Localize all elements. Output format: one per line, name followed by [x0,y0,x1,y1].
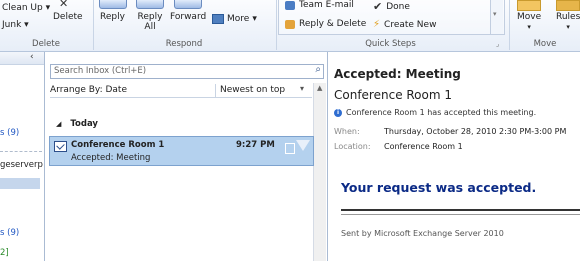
scroll-up-icon[interactable]: ▲ [317,84,322,92]
category-icon[interactable] [285,143,295,154]
message-from[interactable]: Conference Room 1 [334,88,452,102]
clean-up-button[interactable]: Clean Up ▾ [2,3,50,13]
quick-steps-group-label: Quick Steps [365,39,416,49]
location-label: Location: [334,142,371,151]
divider [341,214,580,215]
more-button[interactable]: More ▾ [212,14,257,24]
meeting-accepted-icon [54,141,67,152]
message-subject-heading: Accepted: Meeting [334,67,461,81]
search-icon[interactable]: ⌕ [315,64,321,75]
message-time: 9:27 PM [236,140,275,150]
group-header-today[interactable]: ◢ Today [56,119,98,129]
lightning-icon: ⚡ [373,19,381,30]
sort-order-button[interactable]: Newest on top [220,85,285,95]
collapse-chevron-icon[interactable]: ‹ [30,52,34,62]
forward-label: Forward [170,12,207,22]
divider [341,209,580,211]
chevron-down-icon: ▾ [527,23,531,31]
footer-text: Sent by Microsoft Exchange Server 2010 [341,229,504,238]
reply-delete-icon [285,19,295,29]
list-scrollbar[interactable]: ▲ [313,83,326,261]
ribbon: Clean Up ▾ Junk ▾ ✕ Delete Delete Reply … [0,0,580,52]
quick-step-label: Team E-mail [299,0,354,10]
table-row[interactable]: Conference Room 1 9:27 PM Accepted: Meet… [49,136,314,166]
team-email-icon [285,0,295,10]
nav-divider [0,151,42,152]
chevron-down-icon: ▾ [252,14,257,24]
nav-selected-folder[interactable] [0,178,40,189]
move-button[interactable]: Move ▾ [517,0,542,32]
collapse-triangle-icon: ◢ [56,120,62,128]
reply-all-icon [136,0,164,9]
quick-step-label: Reply & Delete [299,19,367,29]
reply-label: Reply [100,12,125,22]
checkmark-icon: ✔ [373,0,383,13]
clean-up-label: Clean Up [2,3,43,13]
column-divider [215,84,216,97]
info-icon: i [334,108,342,117]
rules-button[interactable]: Rules ▾ [556,0,580,32]
message-list-pane: Search Inbox (Ctrl+E) ⌕ Arrange By: Date… [46,52,328,261]
navigation-pane: ‹ s (9) geserverp s (9) 2] [0,52,45,261]
sort-arrow-icon[interactable]: ▾ [300,84,304,93]
reading-pane: Accepted: Meeting Conference Room 1 i Co… [329,52,580,261]
search-placeholder: Search Inbox (Ctrl+E) [54,66,147,76]
reply-all-button[interactable]: Reply All [136,0,164,32]
nav-folder-item[interactable]: s (9) [0,128,19,138]
reply-icon [99,0,127,9]
move-group-label: Move [533,39,557,49]
chevron-down-icon: ▾ [566,23,570,31]
location-value: Conference Room 1 [384,142,463,151]
arrange-bar: Arrange By: Date Newest on top ▾ [50,84,312,98]
chevron-down-icon: ▾ [45,3,51,13]
more-label: More [227,14,250,24]
reply-button[interactable]: Reply [99,0,127,22]
rules-label: Rules [556,12,580,22]
reply-all-label: Reply All [137,12,163,32]
info-bar-text: Conference Room 1 has accepted this meet… [346,108,537,117]
group-header-label: Today [70,119,98,129]
delete-button[interactable]: ✕ Delete [53,0,83,22]
forward-icon [174,0,202,9]
quick-step-reply-delete[interactable]: Reply & Delete [285,19,366,29]
forward-button[interactable]: Forward [170,0,207,22]
nav-folder-item[interactable]: 2] [0,248,9,258]
when-value: Thursday, October 28, 2010 2:30 PM-3:00 … [384,127,567,136]
nav-folder-item[interactable]: s (9) [0,228,19,238]
chevron-down-icon: ▾ [493,10,497,18]
body-heading: Your request was accepted. [341,180,537,195]
meeting-icon [212,14,224,24]
delete-label: Delete [53,12,83,22]
nav-header: ‹ [0,52,44,65]
message-subject: Accepted: Meeting [71,153,151,163]
move-label: Move [517,12,542,22]
nav-mailbox-item[interactable]: geserverp [0,160,43,170]
folder-icon [517,0,541,11]
delete-icon: ✕ [59,0,69,10]
quick-step-label: Done [386,1,410,12]
when-label: When: [334,127,360,136]
flag-icon[interactable] [296,140,310,151]
quick-step-label: Create New [384,19,437,30]
group-separator [276,0,277,50]
quick-step-team-email[interactable]: Team E-mail [285,0,354,10]
info-bar: i Conference Room 1 has accepted this me… [334,108,536,117]
junk-button[interactable]: Junk ▾ [2,20,29,30]
quick-steps-scroll[interactable]: ▾ [490,0,503,34]
quick-step-done[interactable]: ✔ Done [373,0,410,13]
chevron-down-icon: ▾ [24,20,29,30]
quick-step-create-new[interactable]: ⚡ Create New [373,19,436,30]
search-input[interactable]: Search Inbox (Ctrl+E) ⌕ [50,64,324,79]
dialog-launcher-icon[interactable]: ⌟ [496,40,499,48]
delete-group-label: Delete [32,39,60,49]
junk-label: Junk [2,20,22,30]
arrange-by-button[interactable]: Arrange By: Date [50,85,127,95]
respond-group-label: Respond [165,39,203,49]
message-sender: Conference Room 1 [71,140,165,150]
rules-icon [556,0,580,11]
